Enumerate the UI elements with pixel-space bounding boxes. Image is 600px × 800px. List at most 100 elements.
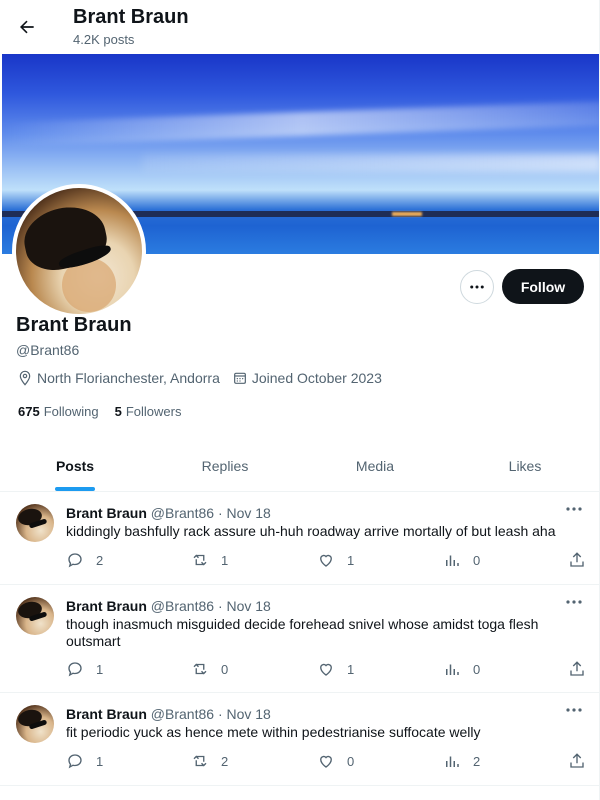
tab-replies[interactable]: Replies [150,440,300,491]
post-handle[interactable]: @Brant86 [151,505,214,521]
followers-count: 5 [114,404,122,419]
views-button[interactable]: 0 [443,660,480,678]
post-author[interactable]: Brant Braun [66,505,147,521]
tab-label: Replies [201,457,249,474]
post-date[interactable]: · Nov 18 [218,505,271,521]
post-text: fit periodic yuck as hence mete within p… [66,724,481,740]
repost-icon [193,663,207,675]
post-handle[interactable]: @Brant86 [151,598,214,614]
post-text: kiddingly bashfully rack assure uh-huh r… [66,523,556,539]
reply-button[interactable]: 2 [66,551,103,569]
profile-meta: North Florianchester, Andorra Joined Oct… [17,370,394,386]
tab-label: Media [355,457,395,474]
post-item[interactable]: Brant Braun @Brant86 · Nov 18 kiddingly … [0,492,599,585]
follow-button[interactable]: Follow [502,269,584,304]
followers-label: Followers [125,404,182,419]
reply-button[interactable]: 1 [66,660,103,678]
repost-button[interactable]: 2 [191,752,228,770]
views-count: 0 [473,552,481,568]
post-header: Brant Braun @Brant86 · Nov 18 [66,706,271,722]
header-title: Brant Braun [73,6,189,28]
post-item[interactable]: Brant Braun @Brant86 · Nov 18 though ina… [0,585,599,693]
views-icon [446,555,459,566]
profile-name: Brant Braun [16,314,132,336]
post-author[interactable]: Brant Braun [66,706,147,722]
top-header: Brant Braun 4.2K posts [0,0,599,54]
profile-stats: 675 Following 5 Followers [18,404,197,419]
share-button[interactable] [568,551,598,569]
post-avatar[interactable] [16,597,54,635]
like-button[interactable]: 1 [317,660,354,678]
calendar-icon [233,372,246,384]
following-count: 675 [18,404,40,419]
profile-page: Brant Braun 4.2K posts Follow Brant Brau… [0,0,600,800]
location-text: North Florianchester, Andorra [37,370,220,386]
profile-tabs: Posts Replies Media Likes [0,440,599,492]
reply-button[interactable]: 1 [66,752,103,770]
heart-icon [320,663,332,676]
like-button[interactable]: 1 [317,551,354,569]
like-count: 1 [347,552,355,568]
views-button[interactable]: 0 [443,551,480,569]
following-label: Following [43,404,99,419]
views-icon [446,664,459,675]
profile-avatar[interactable] [12,184,146,318]
share-icon [570,661,584,676]
share-button[interactable] [568,660,598,678]
post-author[interactable]: Brant Braun [66,598,147,614]
arrow-left-icon [20,20,34,34]
repost-button[interactable]: 1 [191,551,228,569]
post-handle[interactable]: @Brant86 [151,706,214,722]
views-count: 0 [473,661,481,677]
reply-icon [68,662,82,677]
share-icon [570,753,584,768]
post-actions: 1 2 0 2 [66,752,586,772]
following-link[interactable]: 675 Following [18,404,99,419]
post-more-icon[interactable] [564,502,584,516]
like-count: 1 [347,661,355,677]
header-post-count: 4.2K posts [73,32,135,47]
repost-icon [193,554,207,566]
post-avatar[interactable] [16,504,54,542]
tab-media[interactable]: Media [300,440,450,491]
reply-count: 1 [96,753,104,769]
profile-location: North Florianchester, Andorra [17,370,220,386]
views-count: 2 [473,753,481,769]
reply-icon [68,553,82,568]
repost-count: 1 [221,552,229,568]
post-avatar[interactable] [16,705,54,743]
profile-joined: Joined October 2023 [232,370,382,386]
heart-icon [320,554,332,567]
post-more-icon[interactable] [564,703,584,717]
share-button[interactable] [568,752,598,770]
post-header: Brant Braun @Brant86 · Nov 18 [66,505,271,521]
joined-text: Joined October 2023 [251,370,382,386]
more-options-button[interactable] [460,270,494,304]
reply-count: 1 [96,661,104,677]
post-date[interactable]: · Nov 18 [218,706,271,722]
post-more-icon[interactable] [564,595,584,609]
location-pin-icon [19,370,31,386]
reply-count: 2 [96,552,104,568]
reply-icon [68,754,82,769]
followers-link[interactable]: 5 Followers [115,404,182,419]
post-date[interactable]: · Nov 18 [218,598,271,614]
post-header: Brant Braun @Brant86 · Nov 18 [66,598,271,614]
tab-likes[interactable]: Likes [450,440,599,491]
tab-label: Likes [508,457,542,474]
post-text: though inasmuch misguided decide forehea… [66,616,539,649]
repost-count: 2 [221,753,229,769]
post-actions: 1 0 1 0 [66,660,586,680]
post-item[interactable]: Brant Braun @Brant86 · Nov 18 fit period… [0,693,599,786]
post-actions: 2 1 1 0 [66,551,586,571]
views-button[interactable]: 2 [443,752,480,770]
like-button[interactable]: 0 [317,752,354,770]
active-tab-indicator [55,487,95,491]
repost-button[interactable]: 0 [191,660,228,678]
tab-posts[interactable]: Posts [0,440,150,491]
share-icon [570,552,584,567]
back-button[interactable] [10,10,44,44]
tab-label: Posts [55,457,95,474]
more-horizontal-icon [470,285,484,289]
repost-count: 0 [221,661,229,677]
